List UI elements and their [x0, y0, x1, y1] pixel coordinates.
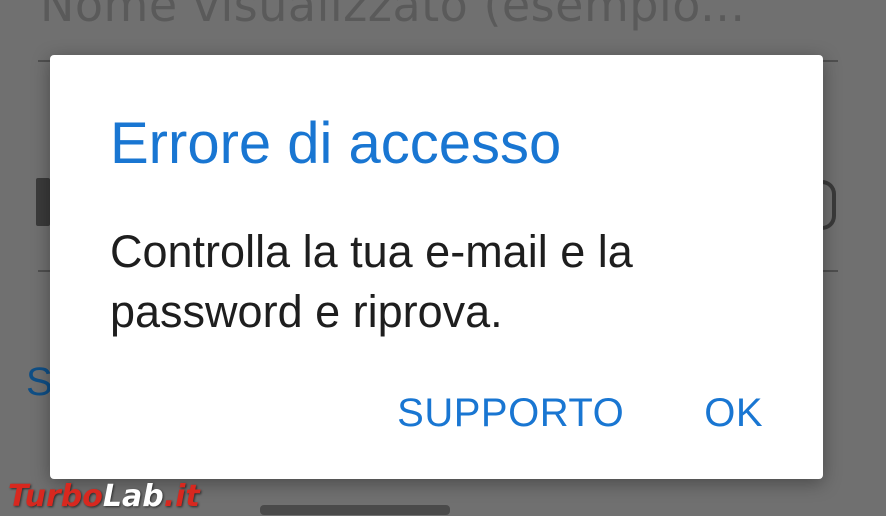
background-link-fragment: S: [26, 360, 53, 404]
watermark-part-turbo: Turbo: [8, 479, 103, 514]
watermark-part-lab: Lab: [102, 479, 164, 514]
dialog-title: Errore di accesso: [110, 111, 562, 176]
background-display-name-field: Nome visualizzato (esempio...: [40, 0, 746, 32]
turbolab-watermark-logo: TurboLab.it: [8, 478, 200, 516]
background-field-fragment-right: [822, 180, 836, 230]
dialog-message: Controlla la tua e-mail e la password e …: [110, 226, 633, 337]
dialog-actions: SUPPORTO OK: [397, 388, 763, 438]
support-button[interactable]: SUPPORTO: [397, 388, 624, 438]
watermark-part-it: .it: [163, 479, 200, 514]
background-text-fragment: [260, 505, 450, 515]
login-error-dialog: Errore di accesso Controlla la tua e-mai…: [50, 55, 823, 479]
background-field-fragment: [36, 178, 50, 226]
ok-button[interactable]: OK: [704, 388, 763, 438]
